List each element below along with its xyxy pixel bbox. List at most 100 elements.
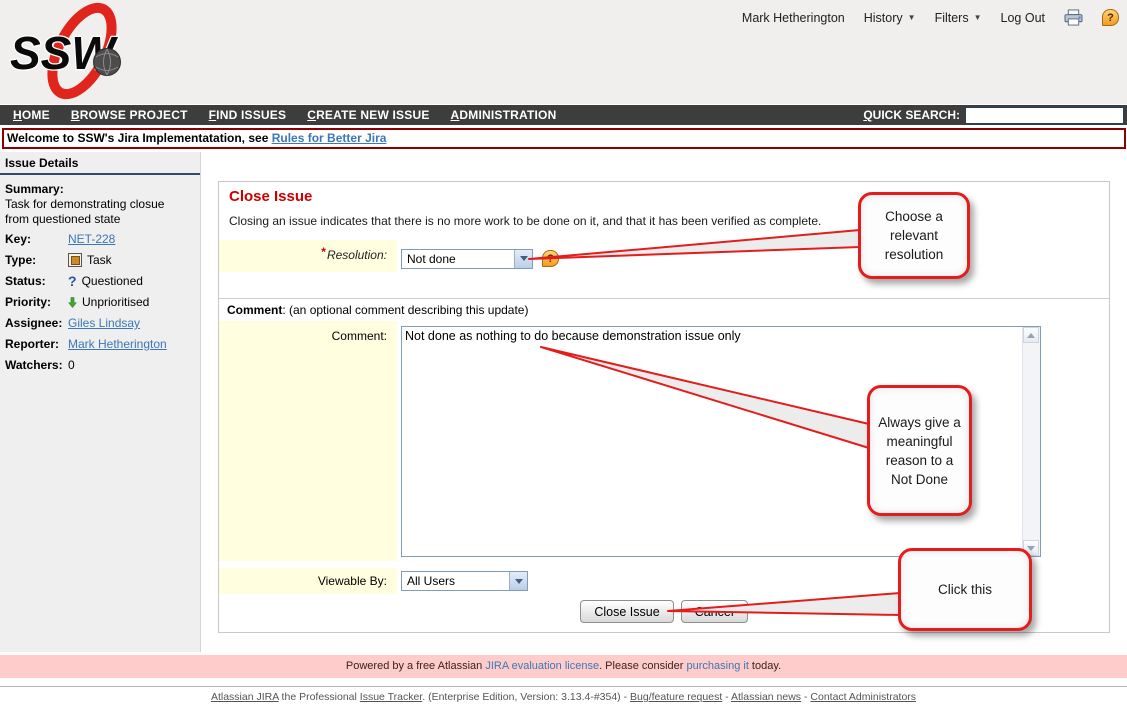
assignee-row: Assignee: Giles Lindsay xyxy=(0,313,200,334)
purchasing-link[interactable]: purchasing it xyxy=(687,660,749,672)
select-dropdown-arrow-icon[interactable] xyxy=(514,250,532,268)
nav-create-new-issue[interactable]: CREATE NEW ISSUE xyxy=(307,108,429,122)
history-menu[interactable]: History ▼ xyxy=(864,11,916,25)
welcome-banner: Welcome to SSW's Jira Implementatation, … xyxy=(2,128,1126,149)
nav-find-issues[interactable]: FIND ISSUES xyxy=(209,108,287,122)
viewable-by-select[interactable]: All Users xyxy=(401,571,528,591)
comment-section-header: Comment: (an optional comment describing… xyxy=(219,299,1109,321)
nav-administration[interactable]: ADMINISTRATION xyxy=(451,108,557,122)
resolution-help-icon[interactable]: ? xyxy=(542,250,559,267)
resolution-select[interactable]: Not done xyxy=(401,249,533,269)
quick-search: QUICK SEARCH: xyxy=(863,107,1127,124)
footer-text: - xyxy=(722,691,731,703)
viewable-by-label: Viewable By: xyxy=(318,574,387,588)
help-icon[interactable]: ? xyxy=(1102,9,1119,26)
watchers-value: 0 xyxy=(68,358,75,372)
reporter-row: Reporter: Mark Hetherington xyxy=(0,334,200,355)
key-label: Key: xyxy=(5,232,68,246)
comment-section-hint: : (an optional comment describing this u… xyxy=(282,303,528,317)
filters-menu[interactable]: Filters ▼ xyxy=(935,11,982,25)
history-menu-label: History xyxy=(864,11,903,25)
nav-browse-project-label: B xyxy=(71,108,80,122)
nav-find-issues-label: IND ISSUES xyxy=(216,108,286,122)
callout-meaningful-reason: Always give a meaningful reason to a Not… xyxy=(867,385,972,516)
priority-label: Priority: xyxy=(5,295,68,309)
issue-tracker-link[interactable]: Issue Tracker xyxy=(360,691,422,703)
watchers-row: Watchers: 0 xyxy=(0,355,200,376)
nav-home[interactable]: HOME xyxy=(13,108,50,122)
ssw-logo: SSW xyxy=(6,2,132,102)
status-row: Status: ? Questioned xyxy=(0,271,200,292)
atlassian-jira-link[interactable]: Atlassian JIRA xyxy=(211,691,279,703)
assignee-label: Assignee: xyxy=(5,316,68,330)
license-text: Powered by a free Atlassian xyxy=(346,660,485,672)
welcome-text: Welcome to SSW's Jira Implementatation, … xyxy=(7,131,272,145)
page-description: Closing an issue indicates that there is… xyxy=(229,214,821,228)
assignee-link[interactable]: Giles Lindsay xyxy=(68,316,140,330)
page-header: SSW Mark Hetherington History ▼ Filters … xyxy=(0,0,1127,104)
atlassian-news-link[interactable]: Atlassian news xyxy=(731,691,801,703)
callout-click-this: Click this xyxy=(898,548,1032,631)
summary-label: Summary: xyxy=(5,182,194,197)
callout-text: Always give a meaningful reason to a Not… xyxy=(874,413,965,489)
printer-icon[interactable] xyxy=(1064,9,1083,26)
nav-create-new-issue-label: C xyxy=(307,108,316,122)
type-row: Type: Task xyxy=(0,250,200,271)
textarea-scrollbar[interactable] xyxy=(1022,327,1040,556)
select-dropdown-arrow-icon[interactable] xyxy=(509,572,527,590)
page-title: Close Issue xyxy=(229,188,312,205)
evaluation-license-link[interactable]: JIRA evaluation license xyxy=(485,660,599,672)
page-footer: Atlassian JIRA the Professional Issue Tr… xyxy=(0,686,1127,703)
issue-key-link[interactable]: NET-228 xyxy=(68,232,115,246)
contact-administrators-link[interactable]: Contact Administrators xyxy=(810,691,916,703)
close-issue-button[interactable]: Close Issue xyxy=(580,600,673,623)
watchers-label: Watchers: xyxy=(5,358,68,372)
issue-details-sidebar: Issue Details Summary: Task for demonstr… xyxy=(0,152,201,652)
footer-text: - xyxy=(801,691,810,703)
nav-home-label: OME xyxy=(22,108,50,122)
resolution-label: Resolution: xyxy=(327,248,387,262)
chevron-down-icon: ▼ xyxy=(908,14,916,22)
rules-for-better-jira-link[interactable]: Rules for Better Jira xyxy=(272,131,387,145)
license-text: . Please consider xyxy=(599,660,686,672)
logout-link[interactable]: Log Out xyxy=(1001,11,1045,25)
type-label: Type: xyxy=(5,253,68,267)
nav-administration-label: DMINISTRATION xyxy=(459,108,556,122)
quick-search-label: QUICK SEARCH: xyxy=(863,108,960,122)
filters-menu-label: Filters xyxy=(935,11,969,25)
cancel-button[interactable]: Cancel xyxy=(681,600,748,623)
footer-text: . (Enterprise Edition, Version: 3.13.4-#… xyxy=(422,691,630,703)
comment-row: Comment: Not done as nothing to do becau… xyxy=(219,321,1109,561)
task-type-icon xyxy=(68,253,82,267)
user-menu: Mark Hetherington History ▼ Filters ▼ Lo… xyxy=(742,9,1119,26)
type-value: Task xyxy=(87,253,112,267)
reporter-label: Reporter: xyxy=(5,337,68,351)
bug-feature-request-link[interactable]: Bug/feature request xyxy=(630,691,722,703)
quick-search-input[interactable] xyxy=(965,107,1124,124)
key-row: Key: NET-228 xyxy=(0,229,200,250)
comment-section-title: Comment xyxy=(227,303,282,317)
callout-text: Choose a relevant resolution xyxy=(865,207,963,264)
nav-browse-project[interactable]: BROWSE PROJECT xyxy=(71,108,188,122)
nav-create-new-issue-label: REATE NEW ISSUE xyxy=(316,108,429,122)
footer-text: the Professional xyxy=(279,691,360,703)
summary-value: Task for demonstrating closue from quest… xyxy=(5,197,190,227)
viewable-by-selected-value: All Users xyxy=(407,574,455,588)
license-banner: Powered by a free Atlassian JIRA evaluat… xyxy=(0,655,1127,678)
comment-label: Comment: xyxy=(332,329,387,343)
status-label: Status: xyxy=(5,274,68,288)
callout-text: Click this xyxy=(938,580,992,599)
sidebar-title: Issue Details xyxy=(0,152,200,175)
current-user-link[interactable]: Mark Hetherington xyxy=(742,11,845,25)
chevron-down-icon: ▼ xyxy=(974,14,982,22)
priority-row: Priority: Unprioritised xyxy=(0,292,200,313)
priority-value: Unprioritised xyxy=(82,295,149,309)
scroll-up-icon[interactable] xyxy=(1023,327,1039,343)
nav-home-label: H xyxy=(13,108,22,122)
reporter-link[interactable]: Mark Hetherington xyxy=(68,337,167,351)
main-navigation: HOME BROWSE PROJECT FIND ISSUES CREATE N… xyxy=(0,105,1127,125)
priority-down-arrow-icon xyxy=(68,297,77,308)
license-text: today. xyxy=(749,660,781,672)
questioned-status-icon: ? xyxy=(68,275,77,287)
callout-choose-resolution: Choose a relevant resolution xyxy=(858,192,970,279)
